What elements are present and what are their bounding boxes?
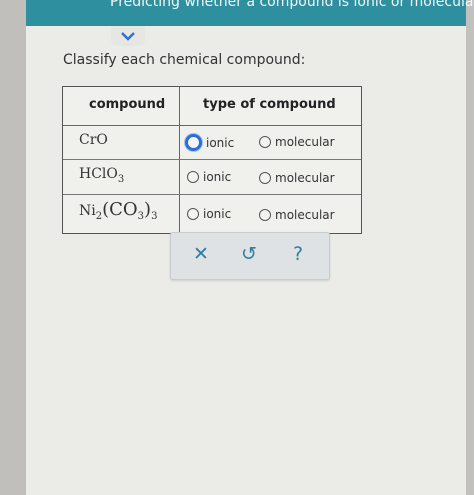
question-prompt: Classify each chemical compound: xyxy=(63,52,306,68)
background-left xyxy=(0,0,26,495)
radio-molecular[interactable] xyxy=(259,172,271,184)
option-molecular[interactable]: molecular xyxy=(259,135,335,149)
help-button[interactable]: ? xyxy=(293,243,303,265)
undo-button[interactable]: ↺ xyxy=(241,243,257,265)
compound-formula: Ni2(CO3)3 xyxy=(79,199,158,222)
radio-molecular[interactable] xyxy=(259,209,271,221)
classification-table: compound type of compound CrO ionic mole… xyxy=(62,86,362,234)
table-row: HClO3 ionic molecular xyxy=(63,160,361,195)
option-label: molecular xyxy=(275,171,335,185)
radio-ionic[interactable] xyxy=(187,208,199,220)
chevron-down-icon xyxy=(121,31,135,41)
compound-formula: CrO xyxy=(79,132,108,148)
option-ionic[interactable]: ionic xyxy=(185,134,234,151)
option-label: molecular xyxy=(275,208,335,222)
option-ionic[interactable]: ionic xyxy=(187,170,231,184)
option-label: ionic xyxy=(203,207,232,221)
header-type: type of compound xyxy=(203,97,336,112)
header-bar: Predicting whether a compound is ionic o… xyxy=(26,0,474,26)
question-panel: Predicting whether a compound is ionic o… xyxy=(26,0,474,495)
option-molecular[interactable]: molecular xyxy=(259,171,335,185)
header-title: Predicting whether a compound is ionic o… xyxy=(110,0,474,10)
header-compound: compound xyxy=(89,97,166,112)
option-label: ionic xyxy=(206,135,235,150)
radio-ionic[interactable] xyxy=(185,134,202,151)
background-right xyxy=(466,0,474,495)
compound-formula: HClO3 xyxy=(79,166,125,185)
radio-molecular[interactable] xyxy=(259,136,271,148)
option-label: ionic xyxy=(203,170,232,184)
radio-ionic[interactable] xyxy=(187,171,199,183)
clear-button[interactable]: ✕ xyxy=(193,243,209,265)
table-row: CrO ionic molecular xyxy=(63,126,361,160)
table-row: Ni2(CO3)3 ionic molecular xyxy=(63,195,361,233)
table-header: compound type of compound xyxy=(63,87,361,126)
option-label: molecular xyxy=(275,135,335,149)
option-ionic[interactable]: ionic xyxy=(187,207,231,221)
action-bar: ✕ ↺ ? xyxy=(170,232,330,280)
collapse-toggle[interactable] xyxy=(111,26,145,46)
option-molecular[interactable]: molecular xyxy=(259,208,335,222)
